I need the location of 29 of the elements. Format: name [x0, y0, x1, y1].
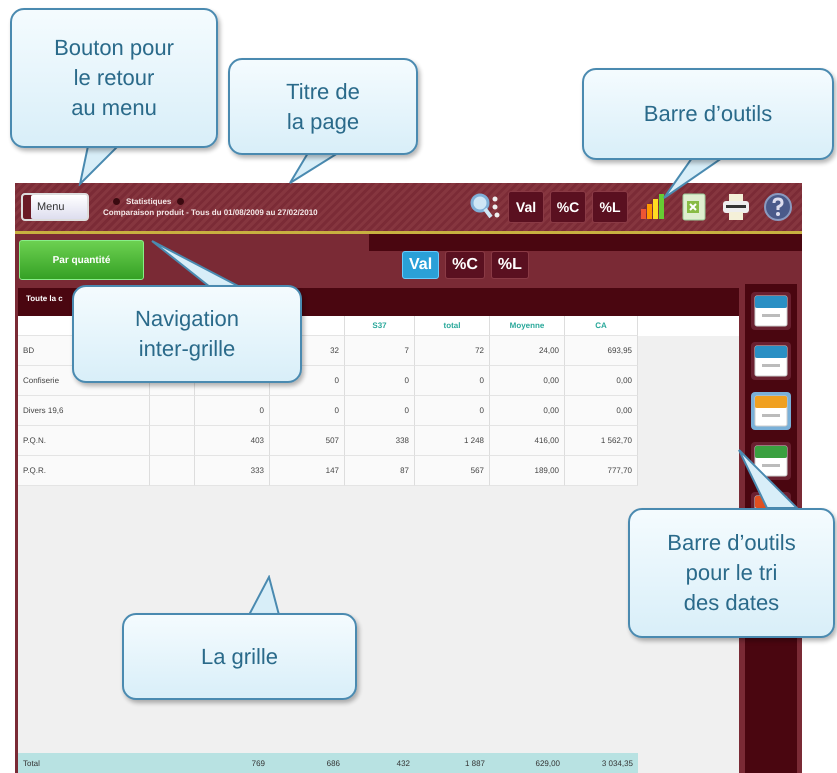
table-cell: 189,00 — [490, 456, 565, 486]
table-cell: 87 — [345, 456, 415, 486]
table-cell: 567 — [415, 456, 490, 486]
table-cell: 777,70 — [565, 456, 638, 486]
total-cell-text: 1 887 — [464, 758, 486, 770]
view-toggle[interactable]: %C — [445, 251, 485, 279]
view-toggle[interactable]: %L — [490, 251, 529, 279]
page-title: Comparaison produit - Tous du 01/08/2009 au 27/02/2010 — [103, 208, 318, 217]
table-cell: 147 — [270, 456, 345, 486]
total-cell-text: 3 034,35 — [600, 758, 634, 770]
toolbar-button[interactable]: Val — [508, 191, 544, 223]
callout: La grille — [122, 613, 357, 700]
breadcrumb[interactable]: Statistiques — [126, 197, 172, 206]
toolbar-button[interactable]: %L — [592, 191, 628, 223]
total-cell-text: 432 — [396, 758, 411, 770]
total-cell-text: Total — [22, 758, 41, 770]
callout: Barre d’outils pour le tri des dates — [628, 508, 835, 638]
total-cell-text: 686 — [326, 758, 341, 770]
toolbar-button[interactable]: %C — [550, 191, 586, 223]
total-cell-text: 769 — [250, 758, 266, 770]
menu-button[interactable]: Menu — [21, 193, 89, 221]
callout: Bouton pour le retour au menu — [10, 8, 218, 148]
table-cell: 333 — [195, 456, 270, 486]
total-cell-text: 629,00 — [534, 758, 561, 770]
table-cell: P.Q.R. — [18, 456, 150, 486]
callout: Titre de la page — [228, 58, 418, 155]
grid-title: Toute la c — [26, 294, 63, 303]
callout: Barre d’outils — [582, 68, 834, 160]
callout: Navigation inter-grille — [72, 285, 302, 383]
